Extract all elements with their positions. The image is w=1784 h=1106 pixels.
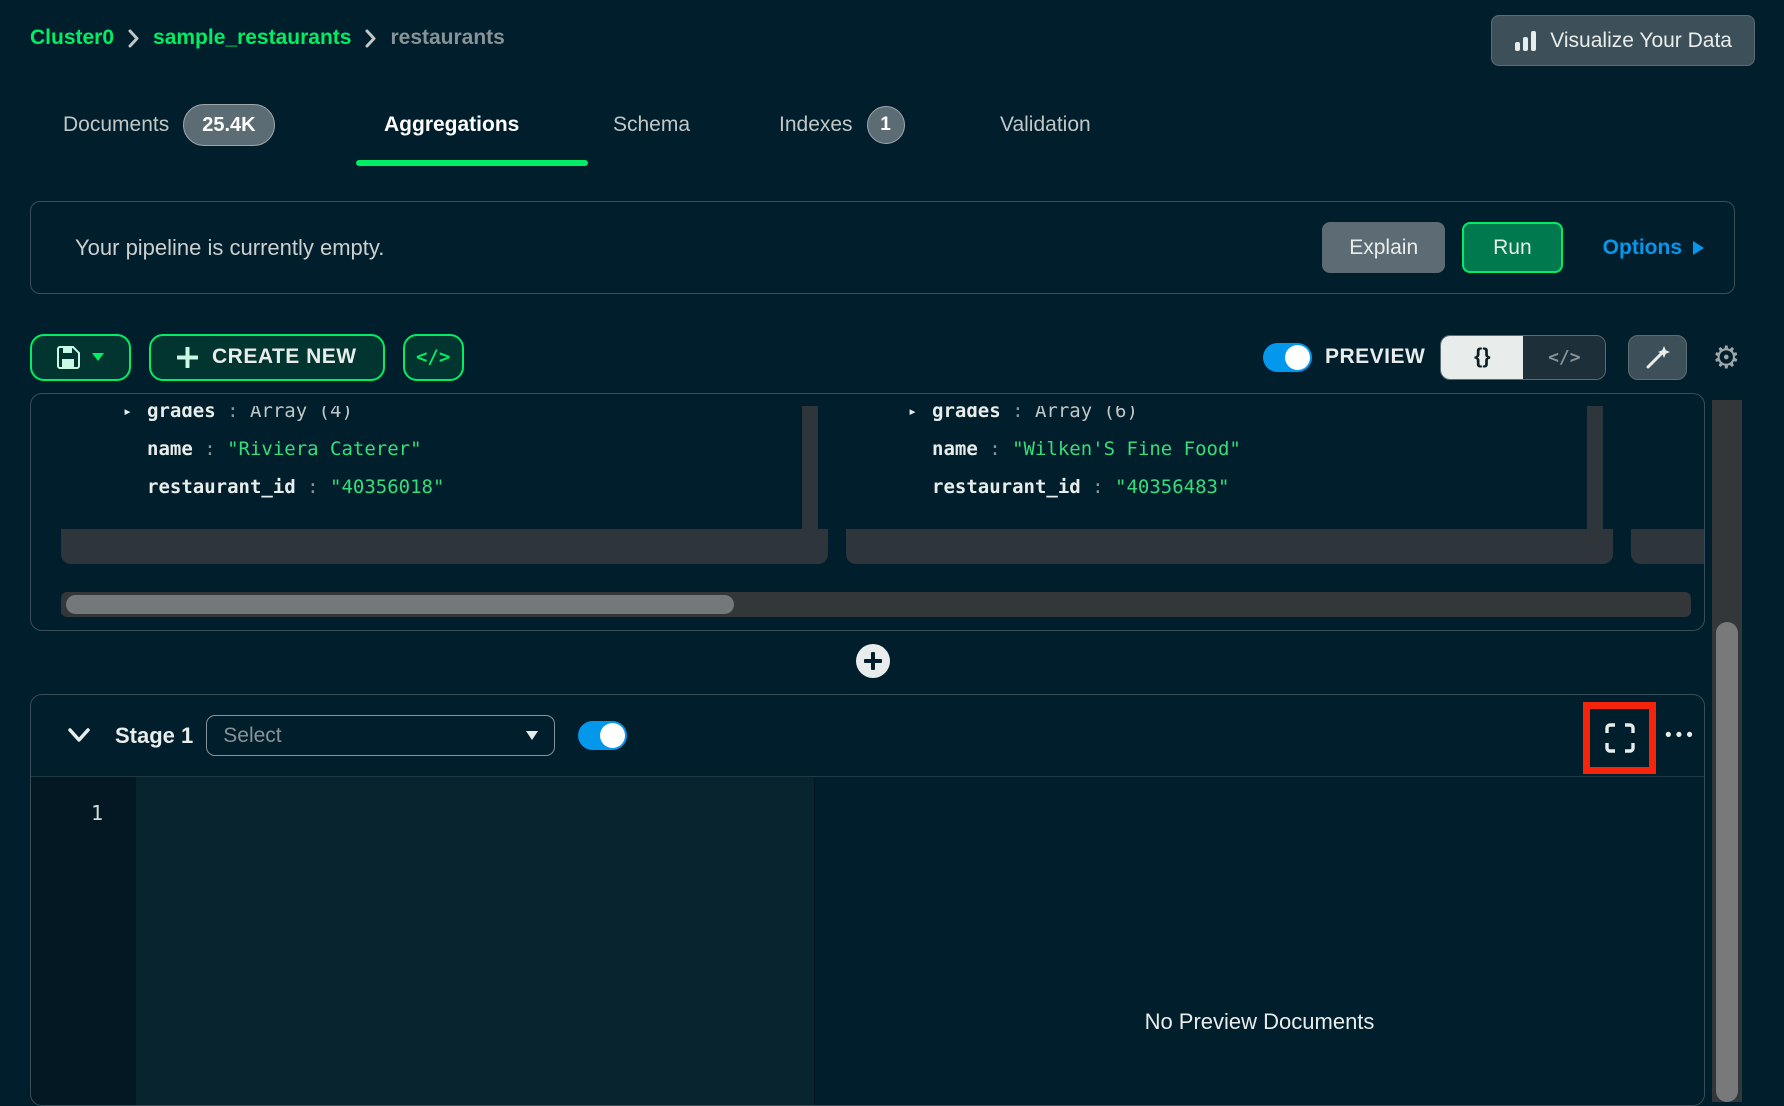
active-tab-indicator (356, 160, 588, 166)
braces-icon: {} (1474, 345, 1490, 369)
code-icon: </> (416, 346, 450, 368)
options-expand-icon (1693, 241, 1704, 255)
add-stage-button[interactable] (856, 644, 890, 678)
select-placeholder: Select (223, 724, 526, 748)
chevron-right-icon (127, 29, 140, 48)
options-button[interactable]: Options (1603, 236, 1704, 260)
preview-horizontal-scrollbar (61, 592, 1691, 617)
tab-schema-label: Schema (613, 113, 690, 137)
line-number: 1 (91, 801, 103, 825)
document-card: ▸ grades : Array (4) name : "Riviera Cat… (61, 406, 828, 564)
document-card-scrollbar[interactable] (802, 406, 818, 529)
document-card-partial (1631, 406, 1705, 564)
stage-1-card: Stage 1 Select ••• 1 No Preview Document… (30, 694, 1705, 1106)
create-new-button[interactable]: CREATE NEW (149, 334, 385, 381)
stage-number-label: Stage 1 (115, 723, 193, 749)
page-scrollbar-thumb[interactable] (1716, 622, 1738, 1102)
chevron-down-icon (526, 731, 538, 740)
documents-count-badge: 25.4K (183, 104, 274, 146)
expand-array-icon[interactable]: ▸ (123, 406, 132, 430)
code-icon: </> (1548, 347, 1581, 368)
document-card-scrollbar[interactable] (1587, 406, 1603, 529)
document-field-name: name : "Wilken'S Fine Food" (846, 430, 1613, 468)
visualize-your-data-button[interactable]: Visualize Your Data (1491, 15, 1755, 66)
annotation-highlight-box (1583, 702, 1656, 774)
magic-wand-icon (1644, 344, 1671, 371)
tab-aggregations-label: Aggregations (384, 113, 519, 137)
text-view-button[interactable]: </> (1523, 336, 1605, 379)
document-field-grades: ▸ grades : Array (4) (61, 406, 828, 430)
document-card: ▸ grades : Array (6) name : "Wilken'S Fi… (846, 406, 1613, 564)
tab-schema[interactable]: Schema (613, 104, 690, 146)
fullscreen-icon[interactable] (1604, 722, 1636, 754)
ai-wand-button[interactable] (1628, 335, 1687, 380)
run-button[interactable]: Run (1462, 222, 1563, 273)
tab-aggregations[interactable]: Aggregations (384, 104, 519, 146)
stage-operator-select[interactable]: Select (206, 715, 555, 756)
document-card-content: ▸ grades : Array (4) name : "Riviera Cat… (61, 406, 828, 529)
create-new-label: CREATE NEW (212, 345, 357, 369)
document-card-footer (61, 529, 828, 564)
tab-indexes[interactable]: Indexes 1 (779, 104, 905, 146)
stage-1-header: Stage 1 Select ••• (31, 695, 1704, 777)
expand-array-icon[interactable]: ▸ (908, 406, 917, 430)
pipeline-as-text-button[interactable]: </> (403, 334, 464, 381)
pipeline-empty-message: Your pipeline is currently empty. (75, 235, 384, 261)
explain-button[interactable]: Explain (1322, 222, 1445, 273)
indexes-count-badge: 1 (867, 106, 905, 144)
stage-1-body: 1 No Preview Documents (31, 777, 1704, 1105)
bar-chart-icon (1514, 30, 1537, 51)
toggle-knob (1285, 345, 1310, 370)
document-field-grades: ▸ grades : Array (6) (846, 406, 1613, 430)
breadcrumb-database[interactable]: sample_restaurants (153, 26, 351, 50)
document-card-footer (846, 529, 1613, 564)
view-mode-segmented-control: {} </> (1440, 335, 1606, 380)
plus-icon (864, 652, 882, 670)
preview-toggle-label: PREVIEW (1325, 345, 1425, 369)
stage-more-options-icon[interactable]: ••• (1665, 695, 1697, 777)
tab-validation[interactable]: Validation (1000, 104, 1091, 146)
pipeline-toolbar-left: CREATE NEW </> (30, 333, 464, 381)
horizontal-scrollbar-thumb[interactable] (66, 595, 734, 614)
pipeline-toolbar-right: PREVIEW {} </> ⚙ (1263, 333, 1740, 381)
document-field-name: name : "Riviera Caterer" (61, 430, 828, 468)
save-icon (57, 346, 80, 369)
options-label: Options (1603, 236, 1682, 260)
stage-preview-panel: No Preview Documents (814, 777, 1704, 1105)
tab-documents-label: Documents (63, 113, 169, 137)
document-field-restaurant-id: restaurant_id : "40356483" (846, 468, 1613, 506)
save-dropdown-caret-icon (92, 353, 104, 361)
plus-icon (177, 347, 198, 368)
tab-indexes-label: Indexes (779, 113, 853, 137)
chevron-right-icon (364, 29, 377, 48)
document-card-footer (1631, 529, 1705, 564)
toggle-knob (600, 723, 625, 748)
settings-gear-icon[interactable]: ⚙ (1712, 342, 1740, 373)
save-pipeline-button[interactable] (30, 334, 131, 381)
tab-documents[interactable]: Documents 25.4K (63, 104, 275, 146)
document-card-content: ▸ grades : Array (6) name : "Wilken'S Fi… (846, 406, 1613, 529)
pipeline-preview-area: ▸ grades : Array (4) name : "Riviera Cat… (30, 393, 1705, 631)
stage-code-editor[interactable] (136, 777, 814, 1105)
no-preview-message: No Preview Documents (815, 1009, 1704, 1035)
editor-line-number-gutter: 1 (31, 777, 136, 1105)
breadcrumb-cluster[interactable]: Cluster0 (30, 26, 114, 50)
preview-toggle[interactable] (1263, 343, 1312, 372)
document-field-restaurant-id: restaurant_id : "40356018" (61, 468, 828, 506)
breadcrumb: Cluster0 sample_restaurants restaurants (30, 22, 505, 54)
stage-view-button[interactable]: {} (1441, 336, 1523, 379)
stage-enabled-toggle[interactable] (578, 721, 627, 750)
pipeline-header-bar: Your pipeline is currently empty. Explai… (30, 201, 1735, 294)
visualize-button-label: Visualize Your Data (1550, 29, 1732, 53)
breadcrumb-collection: restaurants (390, 26, 504, 50)
tab-validation-label: Validation (1000, 113, 1091, 137)
collapse-stage-icon[interactable] (67, 727, 91, 744)
